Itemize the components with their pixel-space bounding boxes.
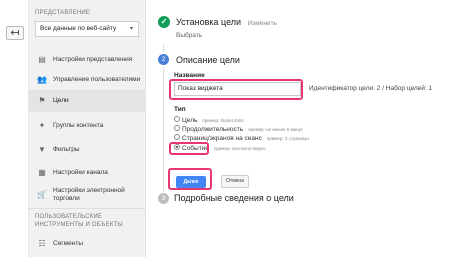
sidebar-section-view: ПРЕДСТАВЛЕНИЕ xyxy=(35,10,91,16)
step-complete-check-icon: ✓ xyxy=(158,16,170,28)
sidebar-divider xyxy=(29,208,147,209)
sidebar-item-label: Фильтры xyxy=(53,146,80,153)
step1-value: Выбрать xyxy=(176,32,203,39)
channel-icon: ▦ xyxy=(38,168,46,177)
cart-icon: 🛒 xyxy=(37,190,47,199)
radio-button-checked[interactable] xyxy=(174,144,180,151)
option-label: Событие xyxy=(182,145,209,152)
sidebar-item-label: Цели xyxy=(53,97,69,104)
step2-title: Описание цели xyxy=(176,55,240,65)
goal-type-option-pages-per-session[interactable]: Страниц/экранов на сеанс пример: 3 страни… xyxy=(174,134,309,144)
goal-type-option-event[interactable]: Событие пример: просмотр видео xyxy=(174,144,266,154)
goal-setup-panel: ✓ Установка цели Изменить Выбрать 2 Опис… xyxy=(146,0,468,257)
sidebar-item-view-settings[interactable]: ▤ Настройки представления xyxy=(29,49,147,71)
sidebar-item-content-groups[interactable]: ✦ Группы контента xyxy=(29,115,147,137)
goal-name-label: Название xyxy=(174,72,205,79)
sidebar-item-filters[interactable]: ▼ Фильтры xyxy=(29,139,147,161)
chevron-down-icon: ▾ xyxy=(129,26,133,32)
radio-button[interactable] xyxy=(174,116,180,123)
view-select[interactable]: Все данные по веб-сайту ▾ xyxy=(35,21,139,37)
arrow-left-icon: ↤ xyxy=(10,27,20,39)
back-button[interactable]: ↤ xyxy=(6,26,24,40)
option-label: Продолжительность xyxy=(182,126,244,133)
content-groups-icon: ✦ xyxy=(38,121,46,130)
sidebar-item-label: Настройки канала xyxy=(53,169,108,176)
radio-button[interactable] xyxy=(174,125,180,132)
step-connector xyxy=(163,67,164,191)
goal-name-input[interactable]: Показ виджета xyxy=(174,82,301,96)
goal-id-text: Идентификатор цели: 2 / Набор целей: 1 xyxy=(309,85,433,92)
back-column: ↤ xyxy=(0,0,30,257)
sidebar-item-channel-settings[interactable]: ▦ Настройки канала xyxy=(29,162,147,184)
step2-number: 2 xyxy=(158,54,169,65)
radio-button[interactable] xyxy=(174,134,180,141)
sidebar-item-goals[interactable]: ⚑ Цели xyxy=(29,90,147,112)
sidebar: ПРЕДСТАВЛЕНИЕ Все данные по веб-сайту ▾ … xyxy=(28,0,147,257)
sidebar-item-label: Настройки представления xyxy=(53,56,133,63)
step-connector xyxy=(163,44,164,52)
option-example: пример: 3 страницы xyxy=(266,136,309,141)
option-example: пример: thanks.html xyxy=(202,118,244,123)
step1-title: Установка цели xyxy=(176,17,242,27)
document-icon: ▤ xyxy=(38,55,46,64)
step3-number: 3 xyxy=(158,193,169,204)
sidebar-item-label: Настройки электронной торговли xyxy=(53,187,125,202)
sidebar-item-segments[interactable]: ☷ Сегменты xyxy=(29,233,147,255)
sidebar-item-label: Сегменты xyxy=(53,240,84,247)
step3-title: Подробные сведения о цели xyxy=(174,193,294,203)
users-icon: 👥 xyxy=(37,75,47,84)
option-label: Страниц/экранов на сеанс xyxy=(182,135,262,142)
goal-type-option-destination[interactable]: Цель пример: thanks.html xyxy=(174,116,244,126)
segments-icon: ☷ xyxy=(38,239,46,248)
step1-header: Установка цели Изменить xyxy=(176,17,277,27)
cancel-button[interactable]: Отмена xyxy=(221,175,249,188)
option-label: Цель xyxy=(182,117,198,124)
sidebar-item-label: Группы контента xyxy=(53,122,104,129)
flag-icon: ⚑ xyxy=(38,96,46,105)
sidebar-section-tools: ПОЛЬЗОВАТЕЛЬСКИЕ ИНСТРУМЕНТЫ И ОБЪЕКТЫ xyxy=(35,214,123,228)
goal-type-option-duration[interactable]: Продолжительность пример: не менее 5 мину… xyxy=(174,125,303,135)
sidebar-item-user-management[interactable]: 👥 Управление пользователями xyxy=(29,69,147,91)
sidebar-item-ecommerce-settings[interactable]: 🛒 Настройки электронной торговли xyxy=(29,184,147,206)
step1-edit-link[interactable]: Изменить xyxy=(248,20,277,27)
filter-icon: ▼ xyxy=(38,145,46,154)
view-select-value: Все данные по веб-сайту xyxy=(40,25,117,32)
sidebar-item-label: Управление пользователями xyxy=(53,76,141,83)
goal-type-label: Тип xyxy=(174,106,186,113)
next-button[interactable]: Далее xyxy=(176,176,206,188)
option-example: пример: не менее 5 минут xyxy=(248,127,303,132)
option-example: пример: просмотр видео xyxy=(213,146,266,151)
